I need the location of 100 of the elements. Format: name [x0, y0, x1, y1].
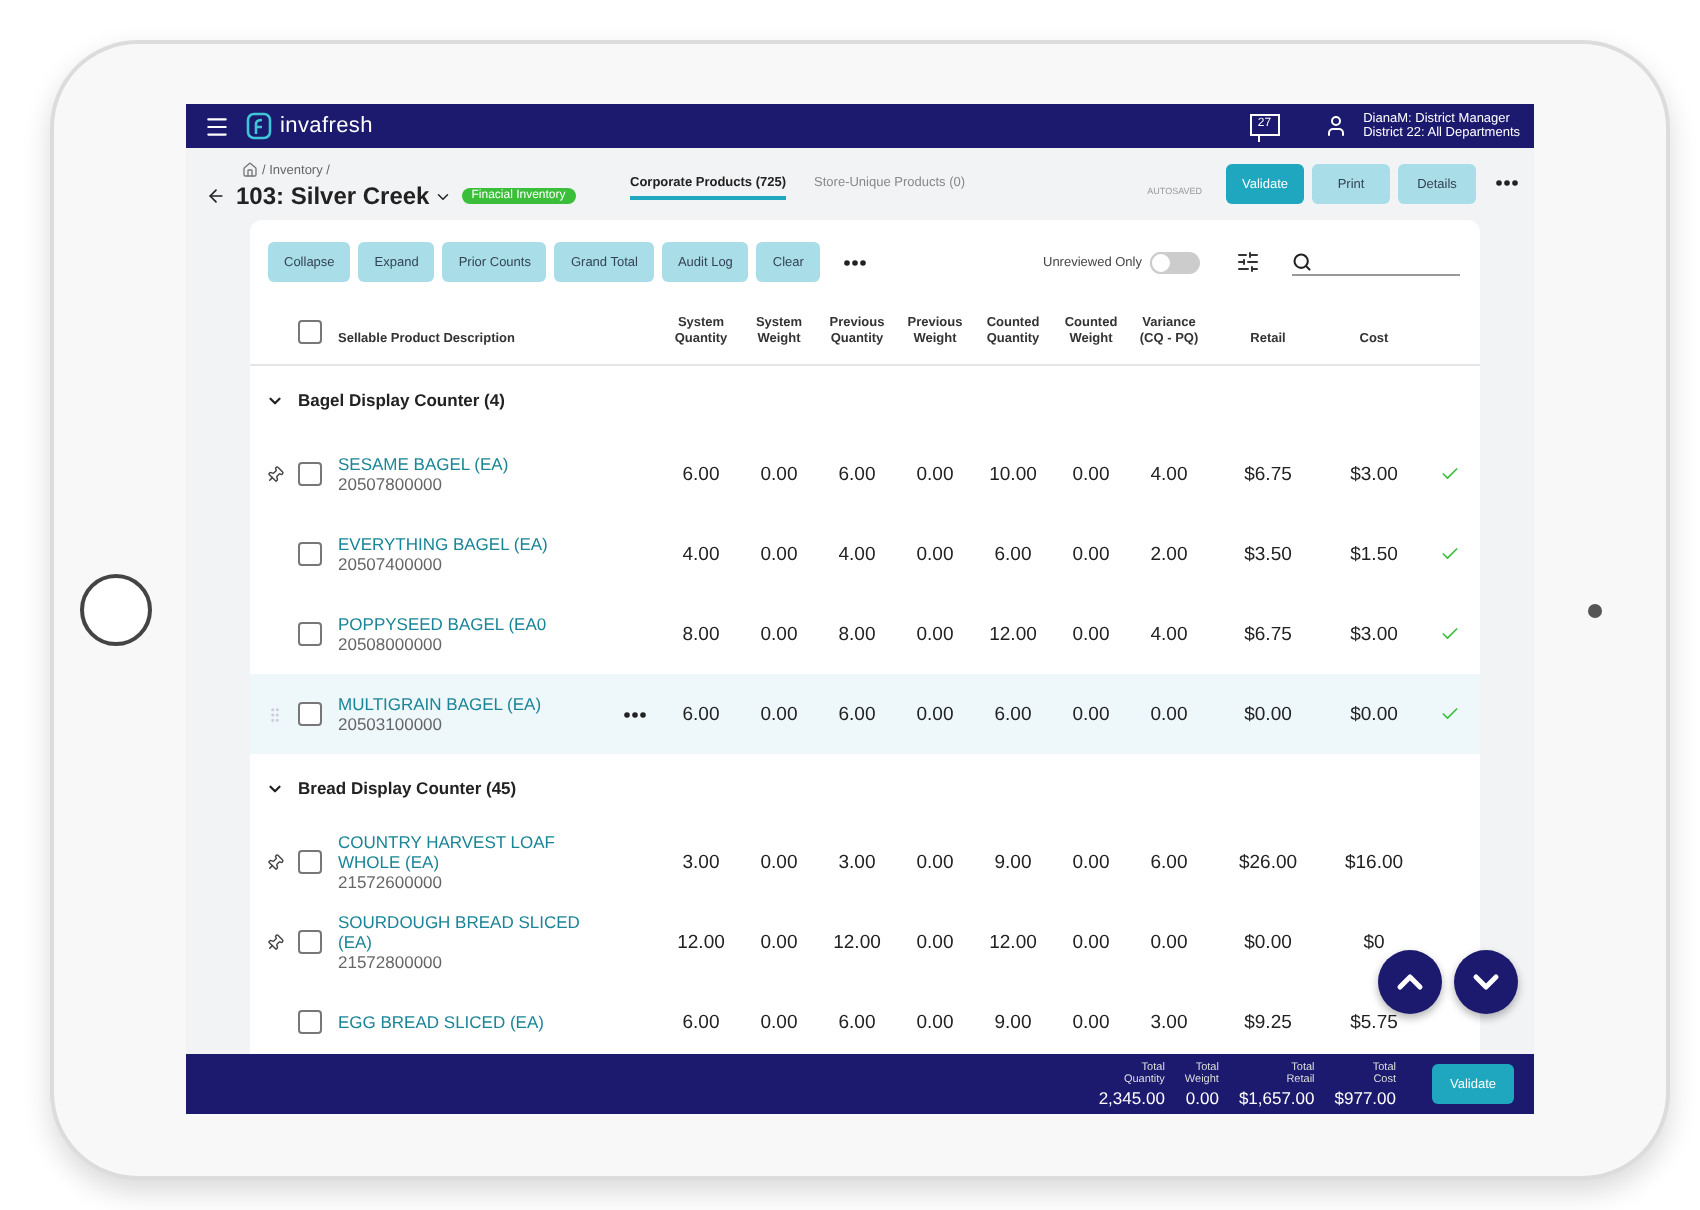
table-cell-text: $3.00	[1348, 463, 1400, 485]
toggle-switch[interactable]	[1150, 251, 1200, 273]
more-icon[interactable]	[623, 711, 645, 717]
table-cell-text: 9.00	[992, 851, 1034, 873]
total-value: 2,345.00	[1098, 1087, 1165, 1107]
checkbox[interactable]	[298, 319, 322, 343]
table-cell-text: $0.00	[1242, 703, 1294, 725]
table-cell-text: 10.00	[987, 463, 1039, 485]
table-cell-text: 4.00	[1148, 623, 1190, 645]
table-cell-text: 0.00	[1148, 931, 1190, 953]
table-cell-text: 12.00	[831, 931, 883, 953]
table-cell-text: 4.00	[1148, 463, 1190, 485]
group-title[interactable]: Bread Display Counter (45)	[298, 778, 740, 798]
table-cell-text: 6.00	[680, 703, 722, 725]
table-cell-text: 0.00	[1070, 851, 1112, 873]
user-icon[interactable]	[1323, 114, 1348, 138]
total-value: $1,657.00	[1238, 1087, 1315, 1107]
checkbox[interactable]	[298, 622, 322, 646]
table-cell-text: 0.00	[1070, 543, 1112, 565]
home-button[interactable]	[80, 574, 152, 646]
table-cell-text: 0.00	[758, 931, 800, 953]
table-cell-text: $9.25	[1242, 1011, 1294, 1033]
table-cell-text: $6.75	[1242, 623, 1294, 645]
menu-icon[interactable]	[204, 113, 230, 139]
table-cell-text: 6.00	[836, 463, 878, 485]
table-cell-text: 6.00	[836, 703, 878, 725]
table-cell-text: 6.00	[680, 1011, 722, 1033]
table-cell-text: $16.00	[1342, 851, 1406, 873]
table-cell-text: 2.00	[1148, 543, 1190, 565]
checkbox[interactable]	[298, 542, 322, 566]
table-cell-text: 0.00	[1070, 703, 1112, 725]
table-cell-text: $1.50	[1348, 543, 1400, 565]
table-cell-text: 12.00	[987, 623, 1039, 645]
table-cell-text: 12.00	[675, 931, 727, 953]
product-link[interactable]: MULTIGRAIN BAGEL (EA)	[338, 693, 606, 713]
table-cell-text: 0.00	[758, 851, 800, 873]
table-cell-text: $5.75	[1348, 1011, 1400, 1033]
product-link[interactable]: SESAME BAGEL (EA)	[338, 453, 606, 473]
table-cell-text: 0.00	[758, 463, 800, 485]
table-cell-text: 3.00	[836, 851, 878, 873]
table-cell-text: 0.00	[914, 851, 956, 873]
product-code: 21572600000	[338, 871, 445, 893]
table-cell-text: 0.00	[914, 543, 956, 565]
table-cell-text: $26.00	[1236, 851, 1300, 873]
total-value: $977.00	[1334, 1087, 1396, 1107]
checkbox[interactable]	[298, 850, 322, 874]
product-code: 20507800000	[338, 473, 445, 495]
table-cell-text: 0.00	[1070, 1011, 1112, 1033]
leaf-logo-icon	[246, 112, 272, 140]
checkbox[interactable]	[298, 1010, 322, 1034]
table-cell-text: 8.00	[680, 623, 722, 645]
table-cell-text: 0.00	[914, 703, 956, 725]
table-cell-text: 6.00	[680, 463, 722, 485]
table-cell-text: 6.00	[1148, 851, 1190, 873]
table-cell-text: 0.00	[914, 931, 956, 953]
table-cell-text: 0.00	[758, 1011, 800, 1033]
checkbox[interactable]	[298, 462, 322, 486]
product-code: 20503100000	[338, 713, 445, 735]
product-code: 21572800000	[338, 951, 445, 973]
more-icon[interactable]	[1496, 180, 1518, 186]
table-cell-text: 0.00	[758, 703, 800, 725]
table-cell-text: $0.00	[1348, 703, 1400, 725]
camera-dot	[1588, 604, 1602, 618]
drag-handle-icon[interactable]	[265, 705, 283, 723]
product-link[interactable]: POPPYSEED BAGEL (EA0	[338, 613, 606, 633]
product-link[interactable]: EGG BREAD SLICED (EA)	[338, 1012, 606, 1032]
table-cell-text: 0.00	[1070, 463, 1112, 485]
table-cell-text: $3.50	[1242, 543, 1294, 565]
table-cell-text: 0.00	[914, 1011, 956, 1033]
table-cell-text: $6.75	[1242, 463, 1294, 485]
table-cell-text: 6.00	[992, 703, 1034, 725]
product-link[interactable]: COUNTRY HARVEST LOAF WHOLE (EA)	[338, 831, 606, 871]
table-cell-text: $0.00	[1242, 931, 1294, 953]
product-link[interactable]: EVERYTHING BAGEL (EA)	[338, 533, 606, 553]
more-icon[interactable]	[843, 259, 866, 265]
back-icon[interactable]	[206, 186, 226, 206]
brand-name: invafresh	[280, 114, 373, 138]
table-cell-text: 6.00	[992, 543, 1034, 565]
product-code: 20508000000	[338, 633, 445, 655]
group-title[interactable]: Bagel Display Counter (4)	[298, 390, 740, 410]
table-cell-text: $3.00	[1348, 623, 1400, 645]
table-cell-text: 0.00	[758, 623, 800, 645]
search-field[interactable]	[1292, 248, 1460, 276]
table-cell-text: 0.00	[1070, 931, 1112, 953]
table-cell-text: $0	[1361, 931, 1387, 953]
checkbox[interactable]	[298, 930, 322, 954]
scroll-down-button[interactable]	[1454, 950, 1518, 1014]
table-cell-text: 0.00	[1148, 703, 1190, 725]
table-cell-text: 8.00	[836, 623, 878, 645]
store-title: 103: Silver Creek	[236, 182, 430, 210]
search-icon	[1292, 251, 1312, 271]
table-cell-text: 0.00	[1070, 623, 1112, 645]
highlighted-row[interactable]: MULTIGRAIN BAGEL (EA) 20503100000 6.00 0.00 6.00 0.00 6.00 0.00 0.00 $0.00 $0.00	[250, 674, 1480, 754]
table-cell-text: 12.00	[987, 931, 1039, 953]
product-link[interactable]: SOURDOUGH BREAD SLICED (EA)	[338, 911, 606, 951]
table-cell-text: 4.00	[680, 543, 722, 565]
filter-icon[interactable]	[1236, 250, 1260, 274]
home-icon[interactable]	[242, 162, 258, 178]
table-cell-text: 6.00	[836, 1011, 878, 1033]
checkbox[interactable]	[298, 702, 322, 726]
